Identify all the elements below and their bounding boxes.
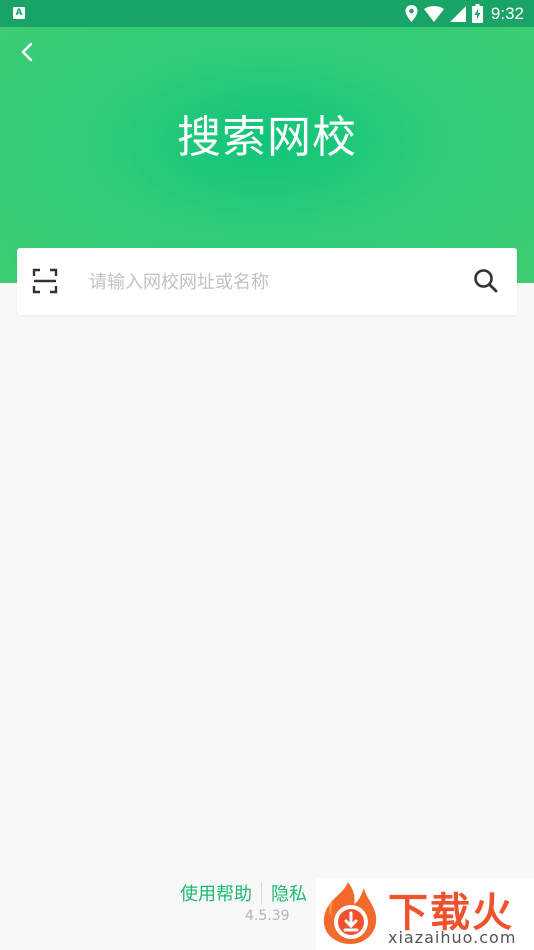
search-icon (474, 269, 498, 293)
scan-button[interactable] (31, 267, 59, 295)
footer-links: 使用帮助 隐私 (180, 879, 307, 907)
battery-charging-icon (471, 4, 483, 23)
page-title: 搜索网校 (177, 112, 357, 163)
location-icon (405, 5, 418, 22)
chevron-left-icon (21, 42, 33, 62)
notification-icon: A (13, 7, 25, 19)
cellular-icon (449, 5, 466, 22)
search-button[interactable] (471, 266, 501, 296)
flame-logo-icon (323, 882, 377, 944)
privacy-link[interactable]: 隐私 (271, 880, 307, 906)
version-label: 4.5.39 (245, 908, 290, 924)
footer-divider (261, 882, 262, 904)
status-icons: 9:32 (405, 3, 524, 24)
back-button[interactable] (14, 39, 40, 65)
header-banner: 搜索网校 (0, 27, 534, 283)
help-link[interactable]: 使用帮助 (180, 880, 252, 906)
watermark-url: xiazaihuo.com (388, 928, 517, 947)
search-bar (17, 248, 517, 315)
status-bar: A 9:32 (0, 0, 534, 27)
search-input[interactable] (87, 264, 461, 300)
scan-icon (32, 268, 58, 294)
wifi-icon (423, 5, 444, 22)
watermark: 下载火 xiazaihuo.com (316, 878, 534, 950)
status-time: 9:32 (490, 3, 524, 23)
